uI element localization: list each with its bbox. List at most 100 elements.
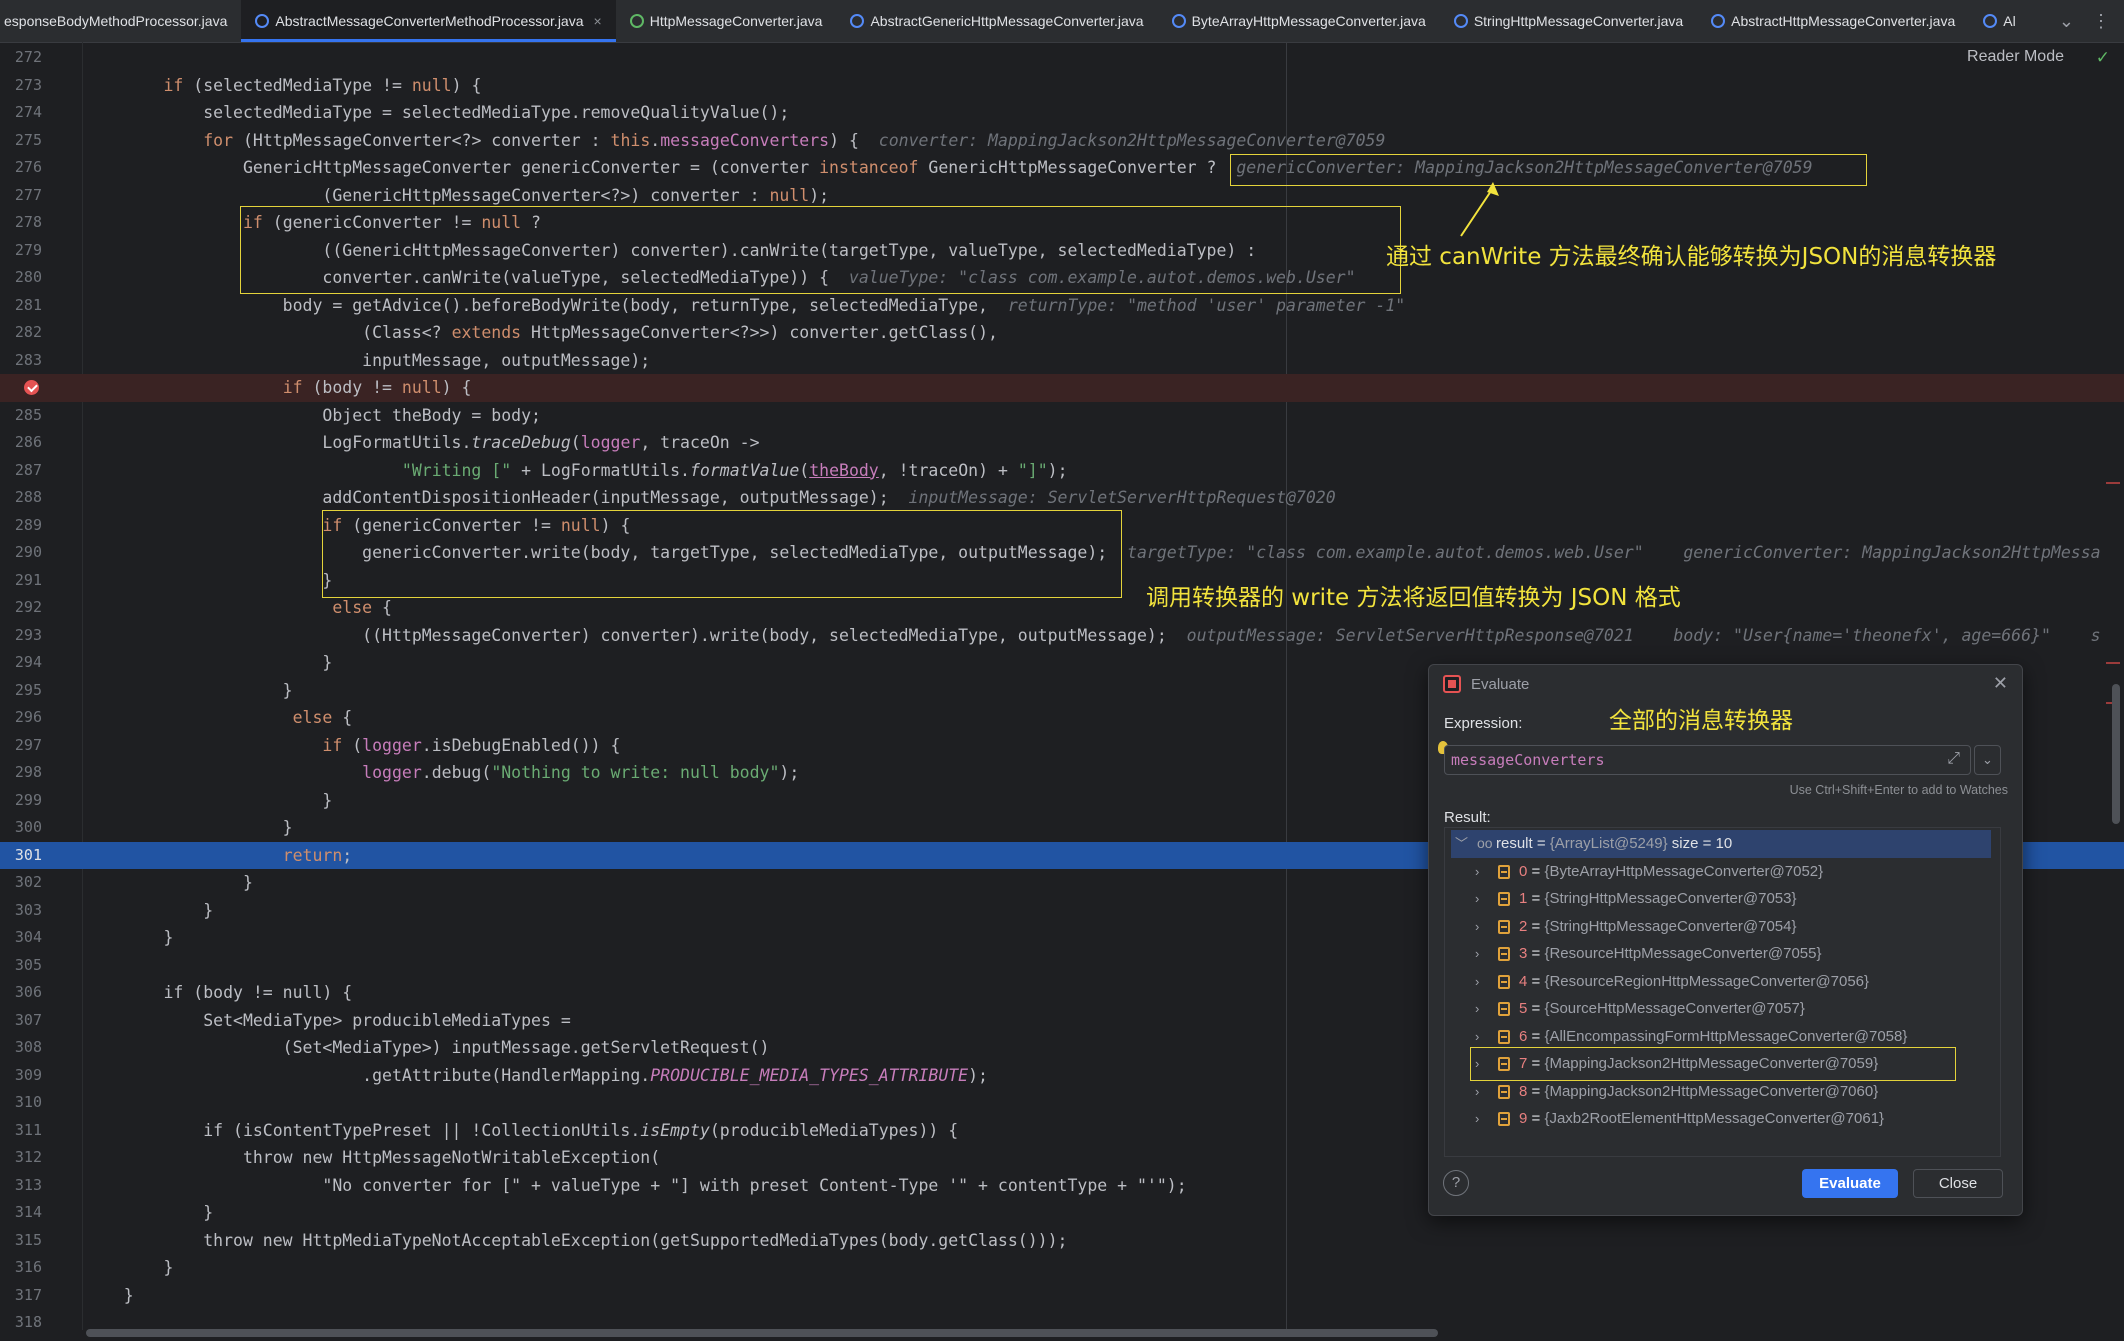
chevron-right-icon[interactable]: › [1475, 885, 1479, 913]
line-number[interactable]: 292 [0, 594, 42, 622]
line-number[interactable]: 311 [0, 1117, 42, 1145]
code-line[interactable]: 316 } [0, 1254, 2124, 1282]
code-line[interactable]: 272 [0, 44, 2124, 72]
tree-node-item[interactable]: › 6 = {AllEncompassingFormHttpMessageConv… [1445, 1023, 2000, 1051]
reader-mode-toggle[interactable]: Reader Mode [1967, 48, 2064, 66]
tree-node-item[interactable]: › 0 = {ByteArrayHttpMessageConverter@7052… [1445, 858, 2000, 886]
line-number[interactable]: 302 [0, 869, 42, 897]
line-number[interactable]: 294 [0, 649, 42, 677]
line-number[interactable]: 318 [0, 1309, 42, 1337]
tab-7[interactable]: Al [1969, 0, 2029, 42]
tree-node-item[interactable]: › 8 = {MappingJackson2HttpMessageConverte… [1445, 1078, 2000, 1106]
chevron-right-icon[interactable]: › [1475, 858, 1479, 886]
line-number[interactable]: 286 [0, 429, 42, 457]
line-number[interactable]: 272 [0, 44, 42, 72]
line-number[interactable]: 300 [0, 814, 42, 842]
line-number[interactable]: 307 [0, 1007, 42, 1035]
line-number[interactable]: 274 [0, 99, 42, 127]
breakpoint-icon[interactable] [24, 380, 39, 395]
line-number[interactable]: 313 [0, 1172, 42, 1200]
chevron-right-icon[interactable]: › [1475, 1023, 1479, 1051]
code-line[interactable]: 274 selectedMediaType = selectedMediaTyp… [0, 99, 2124, 127]
chevron-right-icon[interactable]: › [1475, 913, 1479, 941]
line-number[interactable]: 279 [0, 237, 42, 265]
tab-6[interactable]: AbstractHttpMessageConverter.java [1697, 0, 1969, 42]
horizontal-scrollbar[interactable] [86, 1329, 1438, 1337]
code-line[interactable]: 315 throw new HttpMediaTypeNotAcceptable… [0, 1227, 2124, 1255]
code-line[interactable]: 282 (Class<? extends HttpMessageConverte… [0, 319, 2124, 347]
line-number[interactable]: 315 [0, 1227, 42, 1255]
vertical-scrollbar[interactable] [2112, 684, 2120, 824]
tree-node-item[interactable]: › 9 = {Jaxb2RootElementHttpMessageConvert… [1445, 1105, 2000, 1133]
code-line[interactable]: 283 inputMessage, outputMessage); [0, 347, 2124, 375]
line-number[interactable]: 282 [0, 319, 42, 347]
code-line[interactable]: 293 ((HttpMessageConverter) converter).w… [0, 622, 2124, 650]
line-number[interactable]: 310 [0, 1089, 42, 1117]
chevron-right-icon[interactable]: › [1475, 1105, 1479, 1133]
tab-2[interactable]: HttpMessageConverter.java [616, 0, 837, 42]
line-number[interactable]: 312 [0, 1144, 42, 1172]
line-number[interactable]: 283 [0, 347, 42, 375]
line-number[interactable]: 297 [0, 732, 42, 760]
code-line[interactable]: 286 LogFormatUtils.traceDebug(logger, tr… [0, 429, 2124, 457]
help-button[interactable]: ? [1443, 1170, 1469, 1196]
line-number[interactable]: 305 [0, 952, 42, 980]
close-icon[interactable]: ✕ [1993, 673, 2008, 694]
chevron-right-icon[interactable]: › [1475, 1078, 1479, 1106]
code-line[interactable]: if (body != null) { [0, 374, 2124, 402]
code-line[interactable]: 285 Object theBody = body; [0, 402, 2124, 430]
close-button[interactable]: Close [1913, 1169, 2003, 1198]
expression-field[interactable]: ⤢ [1444, 745, 1971, 775]
tab-4[interactable]: ByteArrayHttpMessageConverter.java [1158, 0, 1440, 42]
line-number[interactable]: 317 [0, 1282, 42, 1310]
dialog-title-bar[interactable]: Evaluate [1443, 675, 1529, 693]
code-line[interactable]: 317 } [0, 1282, 2124, 1310]
line-number[interactable]: 299 [0, 787, 42, 815]
chevron-right-icon[interactable]: › [1475, 968, 1479, 996]
tree-node-item[interactable]: › 4 = {ResourceRegionHttpMessageConverter… [1445, 968, 2000, 996]
line-number[interactable]: 304 [0, 924, 42, 952]
evaluate-button[interactable]: Evaluate [1802, 1169, 1898, 1198]
error-stripe-mark[interactable] [2106, 482, 2120, 484]
tree-node-result[interactable]: ﹀ oo result = {ArrayList@5249} size = 10 [1451, 830, 1991, 858]
line-number[interactable]: 285 [0, 402, 42, 430]
line-number[interactable]: 308 [0, 1034, 42, 1062]
line-number[interactable]: 309 [0, 1062, 42, 1090]
tab-0[interactable]: esponseBodyMethodProcessor.java [0, 0, 241, 42]
expand-editor-icon[interactable]: ⤢ [1947, 750, 1960, 768]
line-number[interactable]: 275 [0, 127, 42, 155]
more-actions-icon[interactable]: ⋮ [2092, 11, 2110, 32]
line-number[interactable]: 289 [0, 512, 42, 540]
tree-node-item[interactable]: › 3 = {ResourceHttpMessageConverter@7055} [1445, 940, 2000, 968]
line-number[interactable]: 276 [0, 154, 42, 182]
code-line[interactable]: 281 body = getAdvice().beforeBodyWrite(b… [0, 292, 2124, 320]
chevron-right-icon[interactable]: › [1475, 940, 1479, 968]
code-line[interactable]: 292 else { [0, 594, 2124, 622]
line-number[interactable]: 298 [0, 759, 42, 787]
line-number[interactable]: 290 [0, 539, 42, 567]
line-number[interactable]: 303 [0, 897, 42, 925]
chevron-down-icon[interactable]: ﹀ [1455, 830, 1468, 858]
line-number[interactable]: 316 [0, 1254, 42, 1282]
line-number[interactable]: 295 [0, 677, 42, 705]
tree-node-item[interactable]: › 5 = {SourceHttpMessageConverter@7057} [1445, 995, 2000, 1023]
line-number[interactable]: 301 [0, 842, 42, 870]
error-stripe-mark[interactable] [2106, 662, 2120, 664]
line-number[interactable]: 296 [0, 704, 42, 732]
code-line[interactable]: 273 if (selectedMediaType != null) { [0, 72, 2124, 100]
expression-history-dropdown[interactable]: ⌄ [1974, 745, 2001, 775]
code-line[interactable]: 275 for (HttpMessageConverter<?> convert… [0, 127, 2124, 155]
expression-input[interactable] [1451, 751, 1891, 769]
line-number[interactable]: 293 [0, 622, 42, 650]
line-number[interactable]: 306 [0, 979, 42, 1007]
tree-node-item[interactable]: › 1 = {StringHttpMessageConverter@7053} [1445, 885, 2000, 913]
close-tab-icon[interactable]: × [594, 13, 602, 29]
code-line[interactable]: 287 "Writing [" + LogFormatUtils.formatV… [0, 457, 2124, 485]
line-number[interactable]: 287 [0, 457, 42, 485]
line-number[interactable]: 281 [0, 292, 42, 320]
line-number[interactable]: 273 [0, 72, 42, 100]
tab-3[interactable]: AbstractGenericHttpMessageConverter.java [836, 0, 1157, 42]
tab-1[interactable]: AbstractMessageConverterMethodProcessor.… [241, 0, 617, 42]
chevron-right-icon[interactable]: › [1475, 995, 1479, 1023]
tab-5[interactable]: StringHttpMessageConverter.java [1440, 0, 1697, 42]
